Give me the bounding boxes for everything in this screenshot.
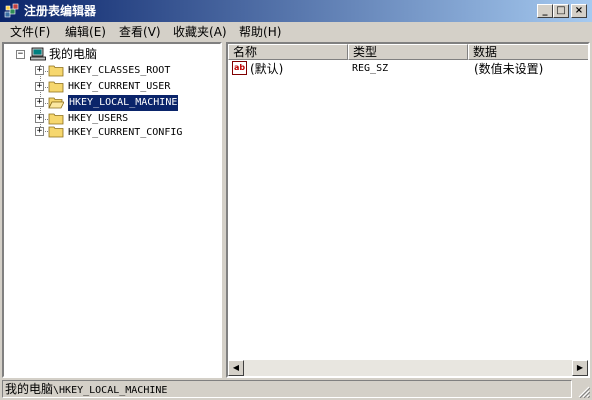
registry-tree[interactable]: − 我的电脑 + HKEY_CLASSES_ROOT + HKEY_CURREN…: [2, 42, 222, 378]
value-list[interactable]: 名称 类型 数据 ab (默认) REG_SZ (数值未设置) ◀ ▶: [226, 42, 590, 378]
menu-view-key: (V): [143, 25, 161, 39]
value-name: (默认): [250, 62, 284, 76]
menu-favorites[interactable]: 收藏夹(A): [171, 24, 229, 40]
resize-grip-icon[interactable]: [578, 386, 590, 398]
menu-edit-key: (E): [89, 25, 106, 39]
tree-root-label[interactable]: 我的电脑: [49, 46, 97, 62]
value-data: (数值未设置): [474, 62, 544, 76]
status-key-path: \HKEY_LOCAL_MACHINE: [53, 385, 168, 396]
column-header-name[interactable]: 名称: [228, 44, 348, 60]
tree-expand-toggle[interactable]: +: [35, 66, 44, 75]
maximize-button[interactable]: □: [553, 4, 569, 18]
tree-expand-toggle[interactable]: +: [35, 82, 44, 91]
tree-node-hkey-local-machine[interactable]: HKEY_LOCAL_MACHINE: [66, 94, 180, 112]
status-computer: 我的电脑: [5, 382, 54, 396]
menu-edit[interactable]: 编辑(E): [63, 24, 108, 40]
column-header-data[interactable]: 数据: [468, 44, 588, 60]
menu-view[interactable]: 查看(V): [117, 24, 163, 40]
menu-bar: 文件(F) 编辑(E) 查看(V) 收藏夹(A) 帮助(H): [0, 22, 592, 42]
tree-node-hkey-current-user[interactable]: HKEY_CURRENT_USER: [68, 79, 170, 95]
value-row[interactable]: ab (默认) REG_SZ (数值未设置): [228, 60, 588, 78]
folder-icon: [48, 126, 64, 138]
close-button[interactable]: ×: [571, 4, 587, 18]
menu-help-key: (H): [263, 25, 282, 39]
menu-favorites-key: (A): [209, 25, 227, 39]
string-value-icon: ab: [232, 61, 247, 75]
tree-node-hkey-current-config[interactable]: HKEY_CURRENT_CONFIG: [68, 125, 182, 141]
tree-expand-toggle[interactable]: +: [35, 98, 44, 107]
menu-edit-label: 编辑: [65, 25, 90, 39]
regedit-app-icon: [4, 3, 19, 18]
status-path: 我的电脑\HKEY_LOCAL_MACHINE: [2, 380, 572, 398]
folder-icon: [48, 113, 64, 125]
menu-view-label: 查看: [119, 25, 144, 39]
tree-expand-toggle[interactable]: +: [35, 127, 44, 136]
folder-icon: [48, 81, 64, 93]
window-title: 注册表编辑器: [24, 4, 97, 18]
folder-open-icon: [48, 97, 64, 109]
scroll-left-button[interactable]: ◀: [228, 360, 244, 376]
value-type: REG_SZ: [352, 63, 389, 74]
menu-file-key: (F): [34, 25, 51, 39]
tree-expand-toggle[interactable]: +: [35, 114, 44, 123]
horizontal-scrollbar[interactable]: ◀ ▶: [228, 360, 588, 376]
tree-collapse-toggle[interactable]: −: [16, 50, 25, 59]
column-header-type[interactable]: 类型: [348, 44, 468, 60]
my-computer-icon: [30, 47, 46, 61]
menu-help[interactable]: 帮助(H): [237, 24, 283, 40]
title-bar[interactable]: 注册表编辑器 _ □ ×: [0, 0, 592, 22]
tree-node-hkey-classes-root[interactable]: HKEY_CLASSES_ROOT: [68, 63, 170, 79]
menu-help-label: 帮助: [239, 25, 264, 39]
folder-icon: [48, 65, 64, 77]
minimize-button[interactable]: _: [537, 4, 553, 18]
menu-favorites-label: 收藏夹: [173, 25, 210, 39]
scroll-right-button[interactable]: ▶: [572, 360, 588, 376]
status-bar: 我的电脑\HKEY_LOCAL_MACHINE: [0, 378, 592, 400]
menu-file[interactable]: 文件(F): [8, 24, 52, 40]
menu-file-label: 文件: [10, 25, 35, 39]
